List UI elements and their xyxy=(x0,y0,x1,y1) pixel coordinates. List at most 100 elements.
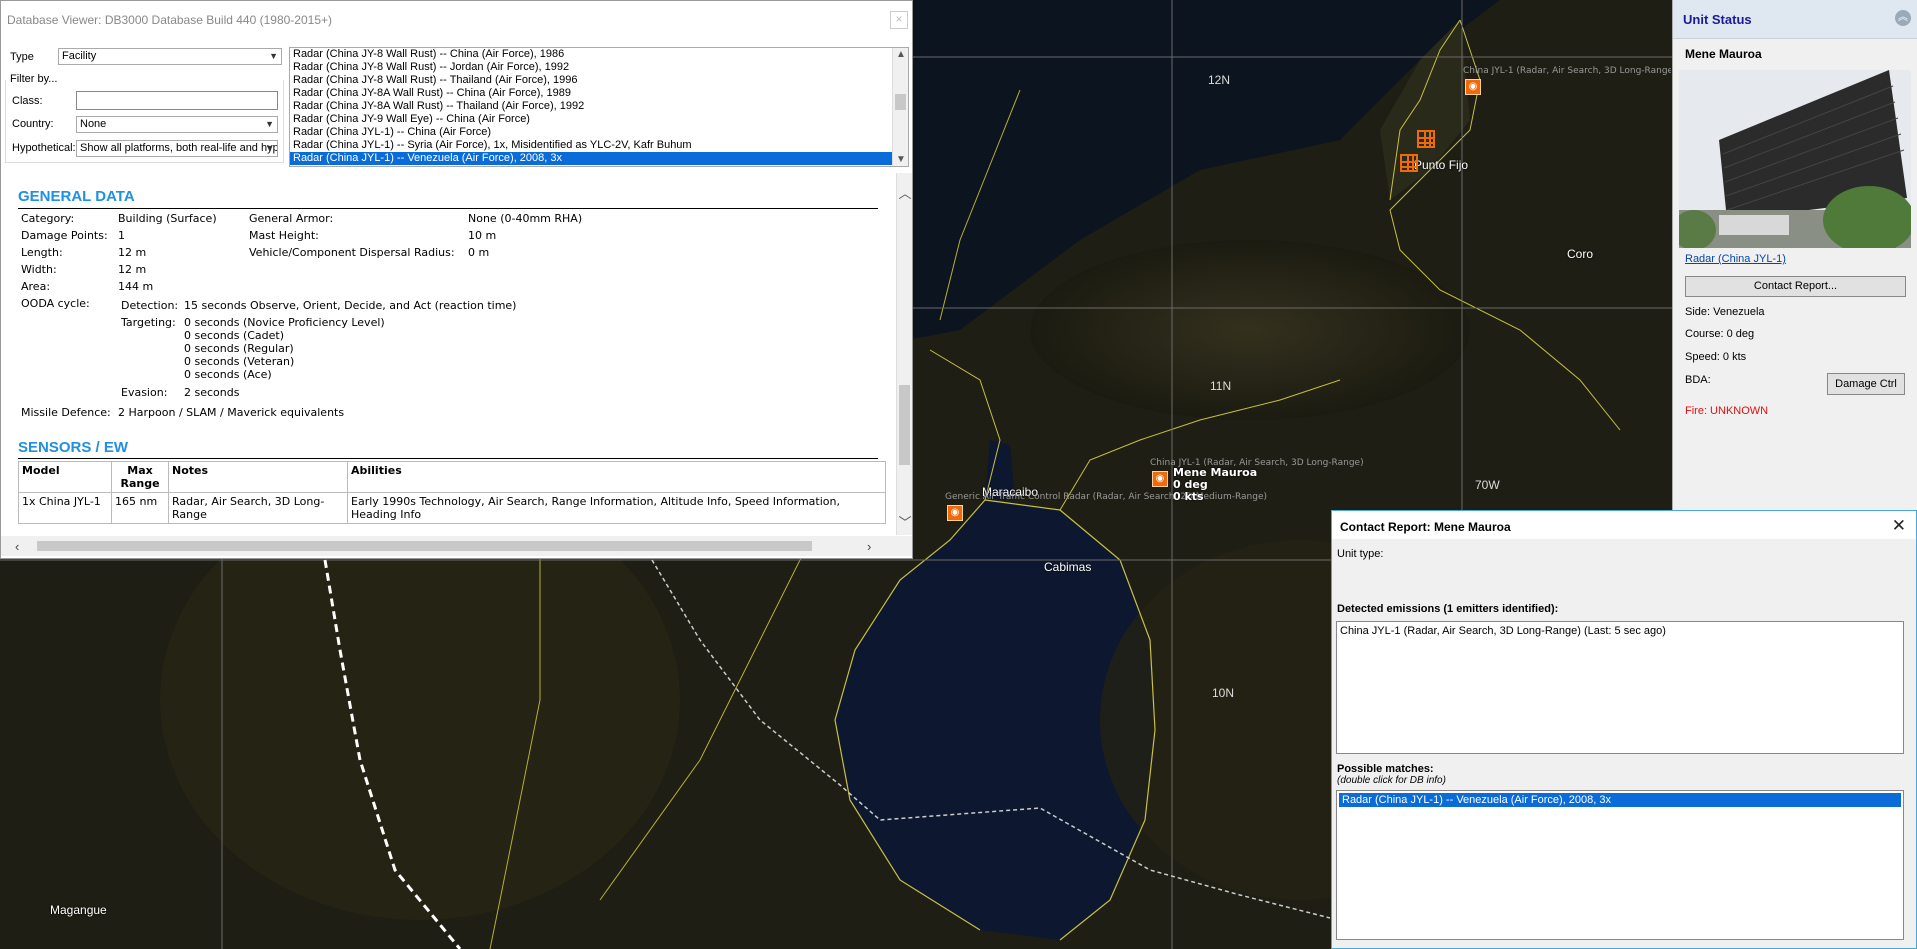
country-select-value: None xyxy=(80,118,107,130)
category-label: Category: xyxy=(21,212,75,225)
radar-unit-marker-selected[interactable]: ◉ xyxy=(1152,471,1168,487)
targeting-veteran: 0 seconds (Veteran) xyxy=(184,355,295,368)
city-label-coro: Coro xyxy=(1567,247,1594,261)
divider xyxy=(18,208,878,209)
scroll-up-icon[interactable]: ︿ xyxy=(897,183,912,202)
contact-report-button[interactable]: Contact Report... xyxy=(1685,276,1906,297)
scroll-down-icon[interactable]: ▼ xyxy=(893,154,908,165)
unit-course: Course: 0 deg xyxy=(1685,328,1755,340)
radar-antenna-image xyxy=(1679,70,1911,248)
list-item[interactable]: Radar (China JYL-1) -- China (Air Force) xyxy=(290,126,908,139)
targeting-regular: 0 seconds (Regular) xyxy=(184,342,294,355)
area-label: Area: xyxy=(21,280,51,293)
damage-control-button[interactable]: Damage Ctrl xyxy=(1827,373,1905,395)
list-item[interactable]: Radar (China JY-8 Wall Rust) -- China (A… xyxy=(290,48,908,61)
hypothetical-select[interactable]: Show all platforms, both real-life and h… xyxy=(76,140,278,157)
list-item[interactable]: Radar (China JY-8 Wall Rust) -- Thailand… xyxy=(290,74,908,87)
mast-value: 10 m xyxy=(468,229,497,242)
list-item[interactable]: Radar (China JY-8 Wall Rust) -- Jordan (… xyxy=(290,61,908,74)
db-viewer-titlebar[interactable]: Database Viewer: DB3000 Database Build 4… xyxy=(1,1,912,39)
radar-unit-marker-maracaibo[interactable]: ◉ xyxy=(947,505,963,521)
length-value: 12 m xyxy=(118,246,147,259)
list-item[interactable]: Radar (China JY-8A Wall Rust) -- China (… xyxy=(290,87,908,100)
contact-report-title: Contact Report: Mene Mauroa xyxy=(1340,520,1511,534)
list-item[interactable]: China JYL-1 (Radar, Air Search, 3D Long-… xyxy=(1337,622,1903,640)
category-value: Building (Surface) xyxy=(118,212,217,225)
airbase-marker-2[interactable] xyxy=(1400,154,1418,172)
grid-label-10n: 10N xyxy=(1212,686,1235,700)
scroll-thumb[interactable] xyxy=(37,541,812,551)
radar-unit-marker-north[interactable]: ◉ xyxy=(1465,79,1481,95)
scroll-left-icon[interactable]: ‹ xyxy=(15,539,19,554)
detail-hscrollbar[interactable]: ‹ › xyxy=(1,536,912,556)
scroll-up-icon[interactable]: ▲ xyxy=(893,49,908,60)
scroll-right-icon[interactable]: › xyxy=(867,539,871,554)
emissions-label: Detected emissions (1 emitters identifie… xyxy=(1337,603,1559,615)
missile-defence-label: Missile Defence: xyxy=(21,406,111,419)
platform-detail: GENERAL DATA Category: Building (Surface… xyxy=(1,173,912,535)
unit-photo xyxy=(1679,70,1911,248)
sensor-range: 165 nm xyxy=(111,492,169,524)
city-label-magangue: Magangue xyxy=(50,903,107,917)
damage-value: 1 xyxy=(118,229,125,242)
country-label: Country: xyxy=(12,118,54,130)
unit-type-link[interactable]: Radar (China JYL-1) xyxy=(1685,253,1786,265)
dispersal-value: 0 m xyxy=(468,246,490,259)
scroll-down-icon[interactable]: ﹀ xyxy=(897,512,912,531)
general-data-heading: GENERAL DATA xyxy=(18,188,135,205)
db-viewer-close-button[interactable]: × xyxy=(890,11,908,29)
targeting-novice: 0 seconds (Novice Proficiency Level) xyxy=(184,316,385,329)
close-icon[interactable]: ✕ xyxy=(1892,516,1906,536)
contact-report-header[interactable]: Contact Report: Mene Mauroa ✕ xyxy=(1332,511,1916,539)
scroll-thumb[interactable] xyxy=(899,385,910,465)
unit-fire-status: Fire: UNKNOWN xyxy=(1685,405,1769,417)
sensor-abilities: Early 1990s Technology, Air Search, Rang… xyxy=(347,492,886,524)
selected-unit-info: Mene Mauroa 0 deg 0 kts xyxy=(1173,467,1257,503)
evasion-label: Evasion: xyxy=(121,386,168,399)
chevron-down-icon: ▼ xyxy=(265,119,274,129)
detection-value: 15 seconds Observe, Orient, Decide, and … xyxy=(184,299,517,312)
class-input[interactable] xyxy=(76,91,278,110)
collapse-icon[interactable]: ︽ xyxy=(1895,10,1911,26)
list-item[interactable]: Radar (China JY-8A Wall Rust) -- Thailan… xyxy=(290,100,908,113)
type-select[interactable]: Facility ▼ xyxy=(58,48,282,65)
grid-label-11n: 11N xyxy=(1210,379,1232,393)
table-row: 1x China JYL-1 165 nm Radar, Air Search,… xyxy=(18,492,886,524)
platform-list-scrollbar[interactable]: ▲ ▼ xyxy=(892,48,908,166)
emissions-list[interactable]: China JYL-1 (Radar, Air Search, 3D Long-… xyxy=(1336,621,1904,754)
list-item[interactable]: Radar (China JYL-1) -- Syria (Air Force)… xyxy=(290,139,908,152)
list-item[interactable]: Radar (China JYL-1) -- Venezuela (Air Fo… xyxy=(1339,793,1901,807)
width-label: Width: xyxy=(21,263,57,276)
column-header-model: Model xyxy=(18,461,112,493)
unit-name: Mene Mauroa xyxy=(1685,47,1762,61)
airbase-marker[interactable] xyxy=(1417,130,1435,148)
database-viewer-window: Database Viewer: DB3000 Database Build 4… xyxy=(0,0,913,559)
type-label: Type xyxy=(10,51,34,63)
detail-scrollbar[interactable]: ︿ ﹀ xyxy=(896,173,912,535)
list-item[interactable]: Radar (China JY-9 Wall Eye) -- China (Ai… xyxy=(290,113,908,126)
db-viewer-title: Database Viewer: DB3000 Database Build 4… xyxy=(7,13,332,27)
list-item[interactable]: Radar (China JYL-1) -- Venezuela (Air Fo… xyxy=(290,152,908,165)
possible-matches-list[interactable]: Radar (China JYL-1) -- Venezuela (Air Fo… xyxy=(1336,790,1904,940)
armor-label: General Armor: xyxy=(249,212,334,225)
unit-side: Side: Venezuela xyxy=(1685,306,1765,318)
length-label: Length: xyxy=(21,246,63,259)
width-value: 12 m xyxy=(118,263,147,276)
class-label: Class: xyxy=(12,95,43,107)
type-select-value: Facility xyxy=(62,50,97,62)
sensors-heading: SENSORS / EW xyxy=(18,439,129,456)
contact-report-window: Contact Report: Mene Mauroa ✕ Unit type:… xyxy=(1331,510,1917,949)
table-header-row: Model Max Range Notes Abilities xyxy=(18,461,886,493)
emitter-label-north: China JYL-1 (Radar, Air Search, 3D Long-… xyxy=(1463,66,1671,76)
mast-label: Mast Height: xyxy=(249,229,319,242)
unit-bda: BDA: xyxy=(1685,374,1711,386)
possible-matches-hint: (double click for DB info) xyxy=(1337,775,1446,786)
country-select[interactable]: None ▼ xyxy=(76,116,278,133)
divider xyxy=(18,458,878,459)
platform-list[interactable]: Radar (China JY-8 Wall Rust) -- China (A… xyxy=(289,47,909,167)
targeting-cadet: 0 seconds (Cadet) xyxy=(184,329,285,342)
sensor-notes: Radar, Air Search, 3D Long-Range xyxy=(168,492,348,524)
sensors-table: Model Max Range Notes Abilities 1x China… xyxy=(18,461,886,524)
missile-defence-value: 2 Harpoon / SLAM / Maverick equivalents xyxy=(118,406,345,419)
scroll-thumb[interactable] xyxy=(895,94,906,110)
